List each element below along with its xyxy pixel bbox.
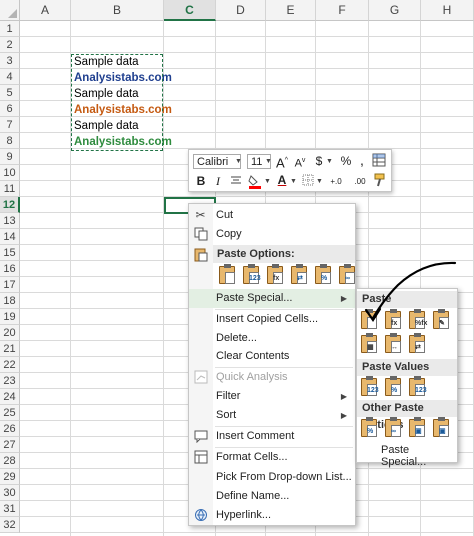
annotation-arrow — [364, 261, 457, 322]
